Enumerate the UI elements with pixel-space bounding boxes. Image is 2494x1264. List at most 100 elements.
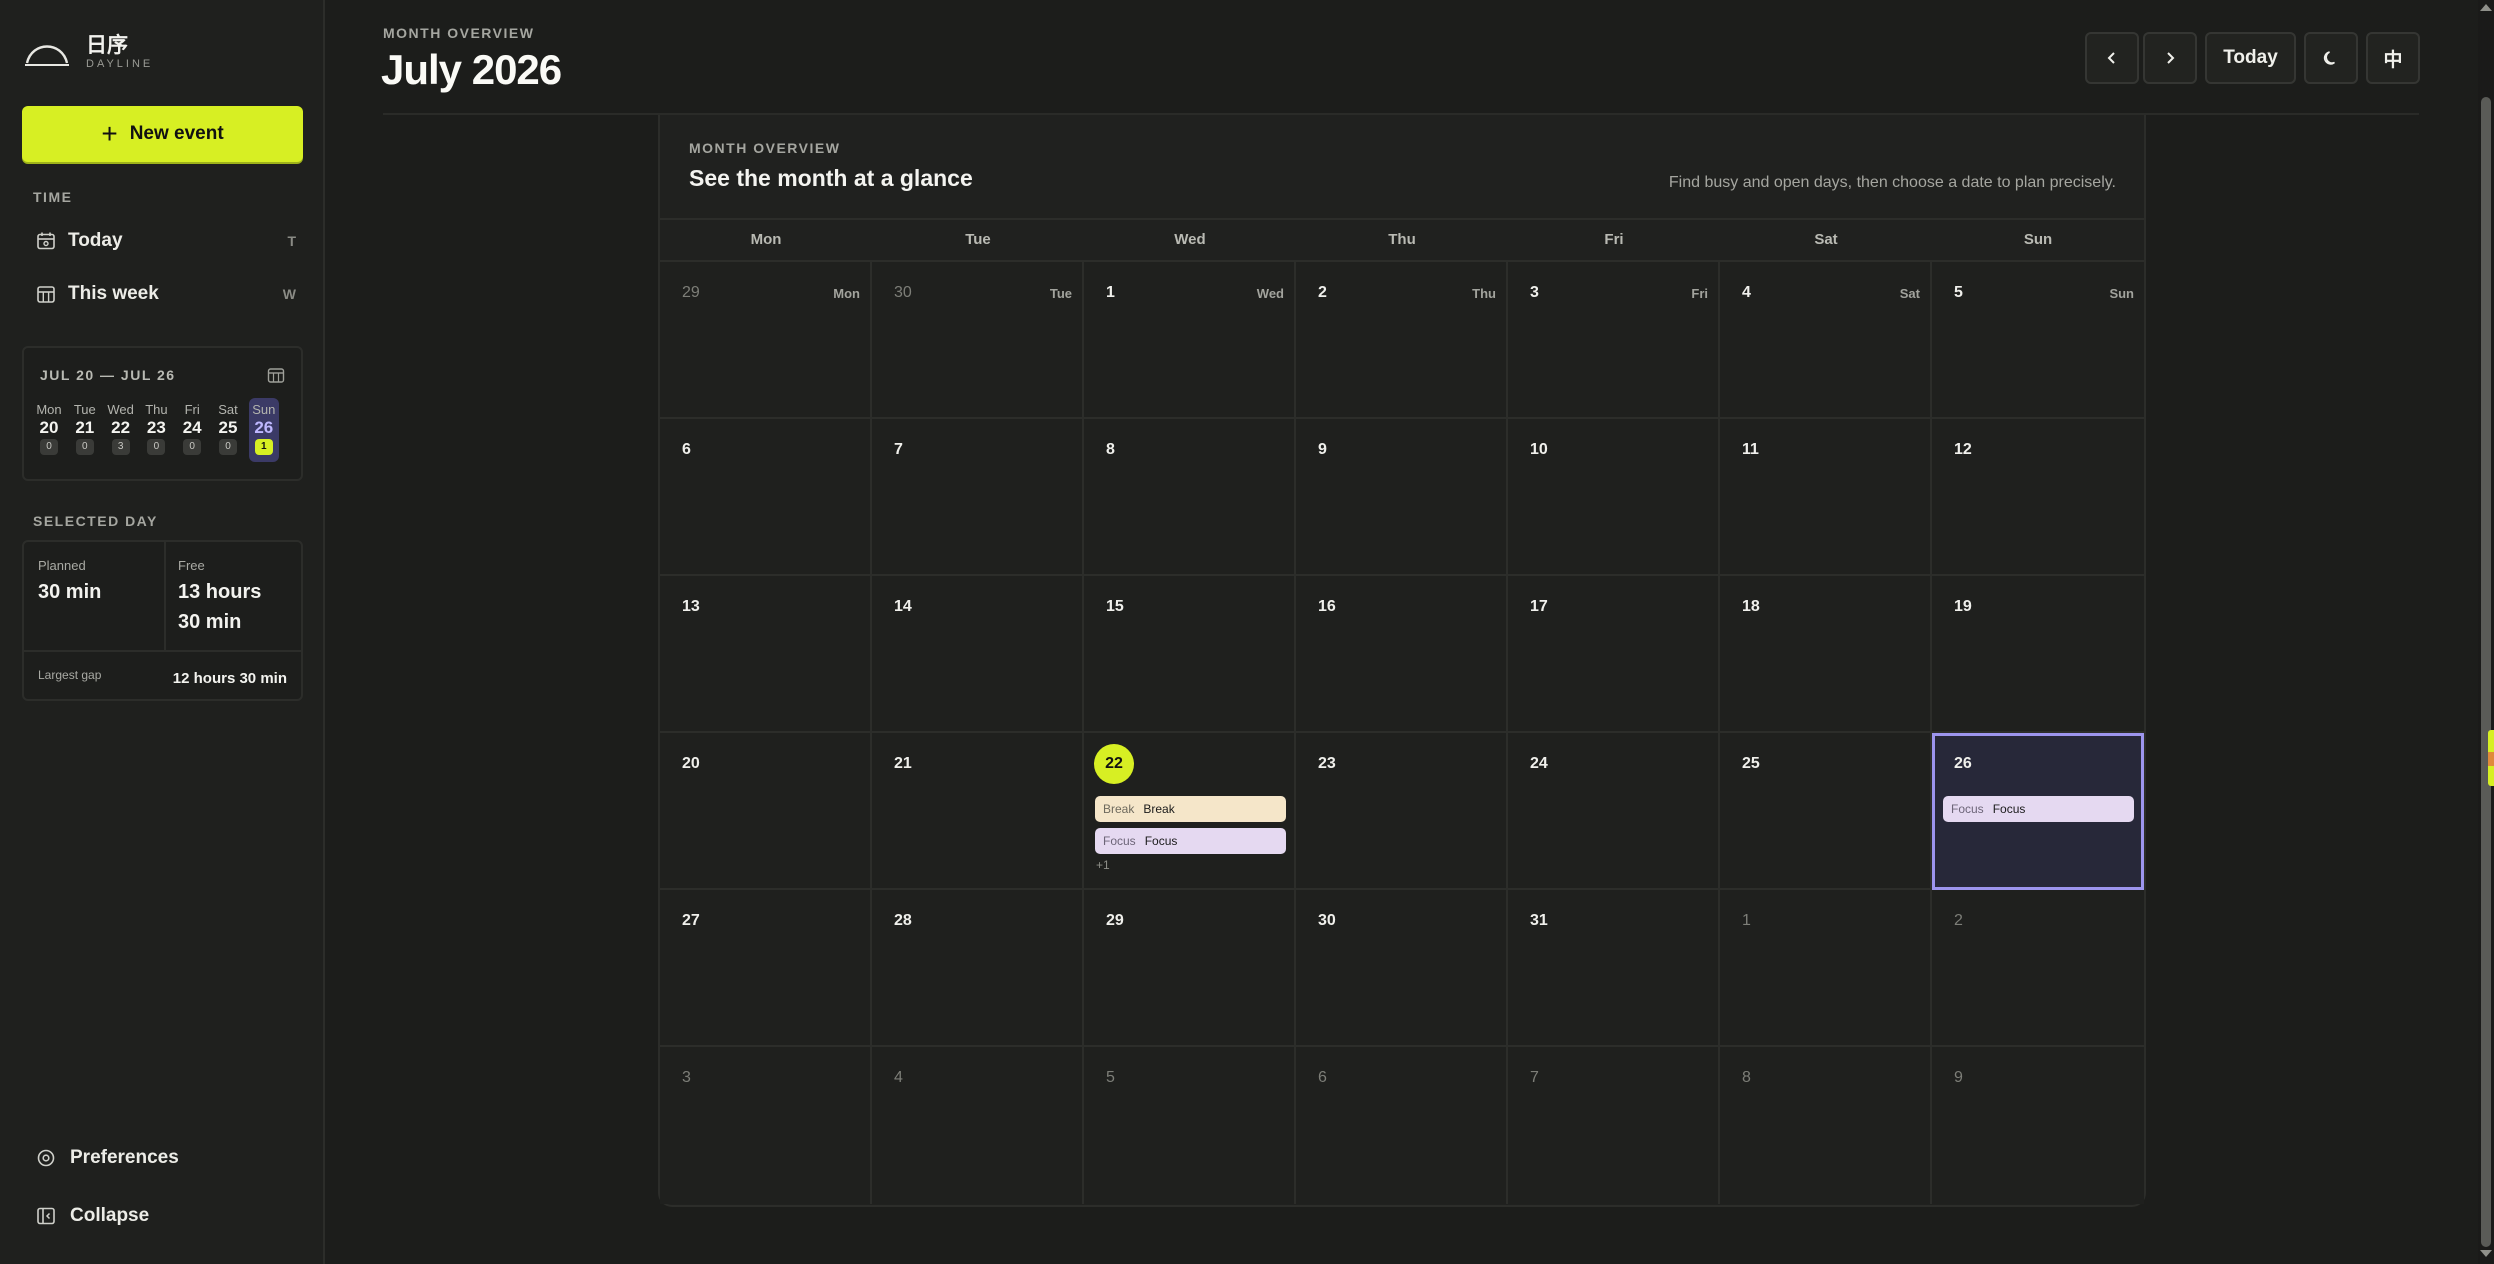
chevron-right-icon — [2167, 52, 2175, 64]
calendar-week-icon — [37, 286, 55, 303]
app-name-en: DAYLINE — [86, 58, 154, 70]
preferences-button[interactable]: Preferences — [36, 1147, 179, 1169]
day-cell[interactable]: 12 — [1932, 419, 2144, 576]
day-cell[interactable]: 23 — [1296, 733, 1508, 890]
day-cell[interactable]: 21 — [872, 733, 1084, 890]
week-day-name: Mon — [36, 402, 62, 417]
day-cell[interactable]: 31 — [1508, 890, 1720, 1047]
day-cell[interactable]: 11 — [1720, 419, 1932, 576]
day-cell[interactable]: 13 — [660, 576, 872, 733]
day-cell[interactable]: 3 Fri — [1508, 262, 1720, 419]
week-day-name: Tue — [73, 402, 96, 417]
today-button[interactable]: Today — [2205, 32, 2296, 84]
day-cell[interactable]: 24 — [1508, 733, 1720, 890]
weekday-sat: Sat — [1814, 231, 1838, 248]
day-cell[interactable]: 29 — [1084, 890, 1296, 1047]
day-cell[interactable]: 7 — [1508, 1047, 1720, 1204]
more-events-link[interactable]: +1 — [1096, 858, 1110, 872]
week-day-thu[interactable]: Thu 23 0 — [141, 402, 171, 455]
day-cell[interactable]: 8 — [1084, 419, 1296, 576]
week-day-event-count: 1 — [254, 439, 273, 455]
day-cell[interactable]: 16 — [1296, 576, 1508, 733]
day-cell[interactable]: 15 — [1084, 576, 1296, 733]
week-day-sat[interactable]: Sat 25 0 — [213, 402, 243, 455]
planned-value: 30 min — [38, 581, 102, 603]
panel-title: See the month at a glance — [689, 165, 973, 191]
week-day-date: 22 — [111, 418, 131, 437]
day-cell[interactable]: 2 — [1932, 890, 2144, 1047]
scroll-up-arrow-icon[interactable] — [2480, 4, 2492, 11]
event-chip[interactable]: Focus Focus — [1095, 828, 1286, 854]
day-number: 26 — [1954, 755, 1972, 772]
day-cell[interactable]: 5 Sun — [1932, 262, 2144, 419]
weekday-header: Mon Tue Wed Thu Fri Sat Sun — [660, 218, 2144, 262]
calendar-icon[interactable] — [267, 366, 285, 384]
nav-this-week-shortcut: W — [282, 286, 296, 302]
day-cell[interactable]: 3 — [660, 1047, 872, 1204]
day-cell[interactable]: 28 — [872, 890, 1084, 1047]
event-title: Focus — [1992, 802, 2026, 816]
day-cell[interactable]: 1 — [1720, 890, 1932, 1047]
week-day-sun[interactable]: Sun 26 1 — [248, 398, 279, 462]
day-number: 1 — [1742, 912, 1751, 929]
nav-today[interactable]: Today T — [36, 226, 296, 256]
day-cell[interactable]: 20 — [660, 733, 872, 890]
day-cell[interactable]: 27 — [660, 890, 872, 1047]
week-day-tue[interactable]: Tue 21 0 — [70, 402, 100, 455]
day-cell[interactable]: 9 — [1296, 419, 1508, 576]
day-cell[interactable]: 17 — [1508, 576, 1720, 733]
day-cell[interactable]: 14 — [872, 576, 1084, 733]
free-value-hours: 13 hours — [178, 581, 262, 603]
collapse-button[interactable]: Collapse — [36, 1205, 149, 1227]
app-logo[interactable]: 日序 DAYLINE — [24, 34, 153, 70]
event-chip[interactable]: Break Break — [1095, 796, 1286, 822]
event-kind: Focus — [1951, 802, 1984, 816]
day-cell[interactable]: 4 — [872, 1047, 1084, 1204]
week-day-event-count: 0 — [183, 439, 202, 455]
selected-day-stats: Planned 30 min Free 13 hours 30 min Larg… — [22, 540, 303, 701]
day-cell[interactable]: 18 — [1720, 576, 1932, 733]
stats-divider — [164, 542, 166, 650]
day-cell[interactable]: 30 — [1296, 890, 1508, 1047]
new-event-button[interactable]: + New event — [22, 106, 303, 162]
weekday-thu: Thu — [1388, 231, 1416, 248]
day-number: 30 — [1318, 912, 1336, 929]
nav-this-week-label: This week — [68, 283, 159, 304]
day-cell[interactable]: 8 — [1720, 1047, 1932, 1204]
day-cell[interactable]: 7 — [872, 419, 1084, 576]
theme-toggle-button[interactable] — [2304, 32, 2358, 84]
previous-month-button[interactable] — [2085, 32, 2139, 84]
week-day-wed[interactable]: Wed 22 3 — [106, 402, 136, 455]
day-cell[interactable]: 10 — [1508, 419, 1720, 576]
day-number: 20 — [682, 755, 700, 772]
day-cell[interactable]: 30 Tue — [872, 262, 1084, 419]
collapse-label: Collapse — [70, 1205, 150, 1226]
week-day-fri[interactable]: Fri 24 0 — [177, 402, 207, 455]
day-cell[interactable]: 2 Thu — [1296, 262, 1508, 419]
day-cell[interactable]: 1 Wed — [1084, 262, 1296, 419]
day-cell[interactable]: 4 Sat — [1720, 262, 1932, 419]
day-number: 15 — [1106, 598, 1124, 615]
day-number: 19 — [1954, 598, 1972, 615]
day-cell[interactable]: 26 Focus Focus — [1932, 733, 2144, 890]
day-number: 12 — [1954, 441, 1972, 458]
language-toggle-button[interactable]: 中 — [2366, 32, 2420, 84]
next-month-button[interactable] — [2143, 32, 2197, 84]
day-cell[interactable]: 6 — [1296, 1047, 1508, 1204]
day-cell[interactable]: 25 — [1720, 733, 1932, 890]
week-day-event-count: 0 — [147, 439, 166, 455]
day-cell[interactable]: 5 — [1084, 1047, 1296, 1204]
week-day-mon[interactable]: Mon 20 0 — [34, 402, 64, 455]
nav-this-week[interactable]: This week W — [36, 279, 296, 309]
scrollbar-thumb[interactable] — [2481, 97, 2491, 1247]
day-cell[interactable]: 9 — [1932, 1047, 2144, 1204]
week-day-date: 26 — [254, 418, 274, 437]
week-day-date: 23 — [146, 418, 166, 437]
event-chip[interactable]: Focus Focus — [1943, 796, 2134, 822]
day-cell[interactable]: 6 — [660, 419, 872, 576]
scroll-down-arrow-icon[interactable] — [2480, 1250, 2492, 1257]
day-cell[interactable]: 29 Mon — [660, 262, 872, 419]
week-day-name: Wed — [107, 402, 134, 417]
day-cell[interactable]: 22 Break Break Focus Focus +1 — [1084, 733, 1296, 890]
day-cell[interactable]: 19 — [1932, 576, 2144, 733]
